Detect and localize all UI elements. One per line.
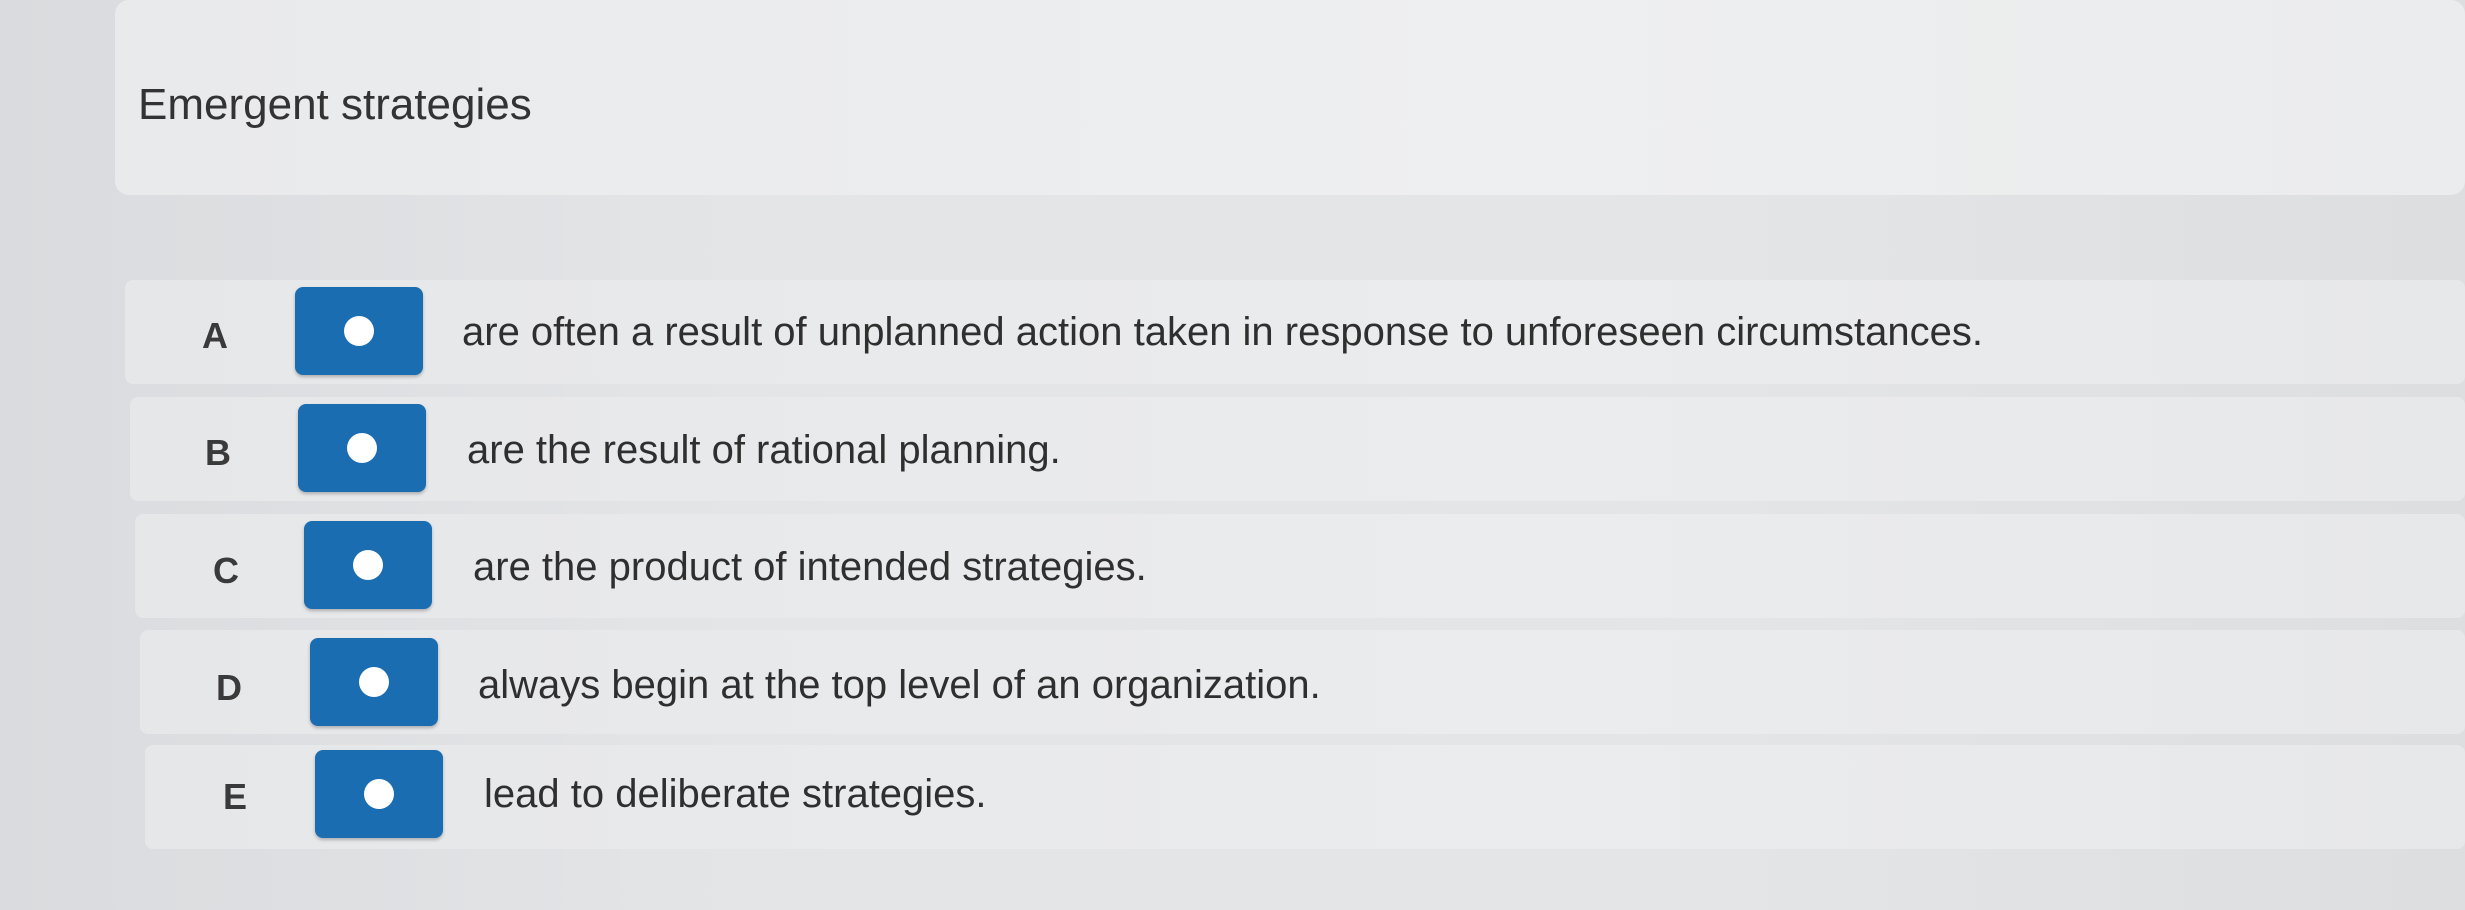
choice-text-d: always begin at the top level of an orga… <box>478 663 1321 707</box>
choice-text-c: are the product of intended strategies. <box>473 545 1147 589</box>
choice-text-a: are often a result of unplanned action t… <box>462 310 1983 354</box>
radio-dot-icon <box>364 779 394 809</box>
choice-radio-e[interactable] <box>315 750 443 838</box>
choice-letter-a: A <box>202 315 228 356</box>
choice-letter-e: E <box>222 776 247 817</box>
question-title: Emergent strategies <box>138 80 532 129</box>
radio-dot-icon <box>347 433 377 463</box>
choice-text-b: are the result of rational planning. <box>467 428 1061 472</box>
choice-radio-d[interactable] <box>310 638 438 726</box>
choice-letter-b: B <box>205 432 231 473</box>
choice-letter-c: C <box>213 550 239 591</box>
choice-radio-a[interactable] <box>295 287 423 375</box>
radio-dot-icon <box>359 667 389 697</box>
choice-letter-d: D <box>216 667 242 708</box>
choice-text-e: lead to deliberate strategies. <box>484 772 987 816</box>
choice-radio-b[interactable] <box>298 404 426 492</box>
choice-radio-c[interactable] <box>304 521 432 609</box>
radio-dot-icon <box>353 550 383 580</box>
radio-dot-icon <box>344 316 374 346</box>
